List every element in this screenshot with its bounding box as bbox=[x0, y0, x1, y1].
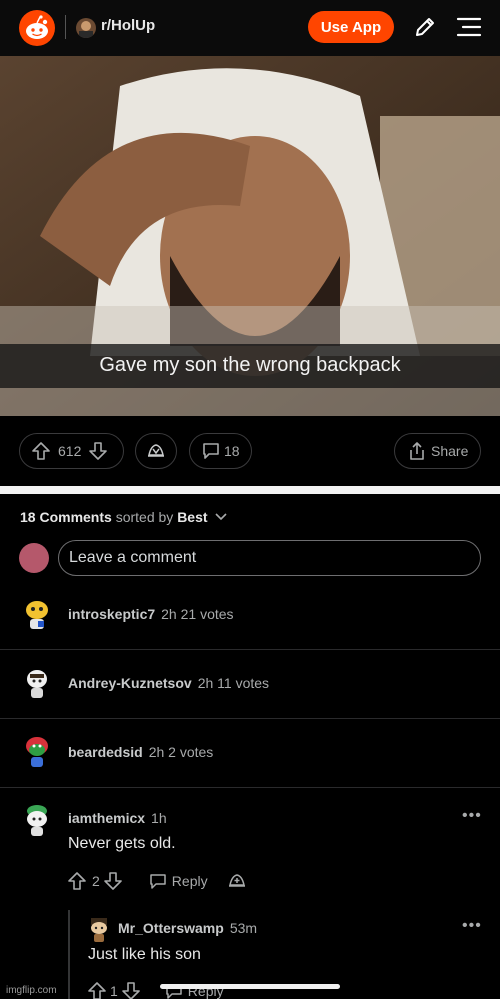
more-options-icon[interactable]: ••• bbox=[462, 807, 482, 825]
comment-bubble-icon bbox=[200, 440, 222, 462]
comment-time: 1h bbox=[151, 810, 167, 826]
chevron-down-icon[interactable] bbox=[215, 509, 228, 525]
subreddit-name[interactable]: r/HolUp bbox=[101, 17, 155, 34]
more-options-icon[interactable]: ••• bbox=[462, 917, 482, 935]
reply-icon bbox=[150, 874, 166, 889]
comment: iamthemicx 1h ••• Never gets old. 2 Reply bbox=[0, 790, 500, 910]
downvote-icon[interactable] bbox=[120, 980, 142, 999]
leave-comment-input[interactable] bbox=[58, 540, 481, 576]
section-divider bbox=[0, 486, 500, 494]
home-indicator[interactable] bbox=[160, 984, 340, 989]
comment-body: Just like his son bbox=[88, 946, 201, 963]
award-button[interactable] bbox=[135, 433, 177, 469]
upvote-icon[interactable] bbox=[66, 870, 88, 892]
user-avatar[interactable] bbox=[19, 543, 49, 573]
sort-dropdown[interactable]: Best bbox=[177, 509, 207, 525]
downvote-icon[interactable] bbox=[87, 440, 109, 462]
upvote-icon[interactable] bbox=[30, 440, 52, 462]
share-icon bbox=[407, 441, 427, 461]
comments-count-label: 18 Comments bbox=[20, 509, 112, 525]
comment-username[interactable]: iamthemicx 1h bbox=[68, 810, 167, 826]
snoo-avatar-icon bbox=[88, 915, 110, 943]
hamburger-menu-icon[interactable] bbox=[456, 14, 482, 40]
comments-count: 18 bbox=[224, 443, 240, 459]
comment-actions: 2 Reply bbox=[66, 870, 248, 892]
upvote-icon[interactable] bbox=[86, 980, 108, 999]
reply-label: Reply bbox=[171, 873, 208, 889]
comment-body: Never gets old. bbox=[68, 835, 176, 852]
post-action-bar: 612 18 Share bbox=[0, 416, 500, 486]
comments-header: 18 Comments sorted by Best bbox=[20, 509, 228, 525]
comment-username[interactable]: Andrey-Kuznetsov 2h 11 votes bbox=[68, 675, 269, 691]
vote-pill: 612 bbox=[19, 433, 124, 469]
snoo-avatar-icon bbox=[22, 802, 52, 838]
comment-meta: 2h 2 votes bbox=[148, 744, 214, 760]
comment-username[interactable]: introskeptic7 2h 21 votes bbox=[68, 606, 234, 622]
award-icon bbox=[145, 440, 167, 462]
collapsed-comment[interactable]: beardedsid 2h 2 votes bbox=[0, 719, 500, 788]
comment-score: 1 bbox=[110, 983, 118, 999]
app-header: r/HolUp Use App bbox=[0, 0, 500, 56]
share-button[interactable]: Share bbox=[394, 433, 481, 469]
watermark: imgflip.com bbox=[6, 985, 57, 996]
comment-username[interactable]: Mr_Otterswamp 53m bbox=[118, 920, 257, 936]
reddit-logo-icon[interactable] bbox=[19, 10, 55, 46]
comment-time: 53m bbox=[229, 920, 258, 936]
header-divider bbox=[65, 15, 66, 39]
post-score: 612 bbox=[58, 443, 82, 459]
comment-meta: 2h 11 votes bbox=[197, 675, 270, 691]
subreddit-avatar[interactable] bbox=[76, 18, 96, 38]
share-label: Share bbox=[431, 443, 469, 459]
post-image[interactable]: Gave my son the wrong backpack bbox=[0, 56, 500, 416]
snoo-avatar-icon bbox=[22, 664, 52, 700]
award-plus-icon[interactable] bbox=[226, 870, 248, 892]
comment-username[interactable]: beardedsid 2h 2 votes bbox=[68, 744, 213, 760]
collapsed-comment[interactable]: introskeptic7 2h 21 votes bbox=[0, 581, 500, 650]
use-app-button[interactable]: Use App bbox=[308, 11, 394, 43]
downvote-icon[interactable] bbox=[102, 870, 124, 892]
snoo-avatar-icon bbox=[22, 595, 52, 631]
image-caption: Gave my son the wrong backpack bbox=[99, 354, 401, 376]
collapsed-comment[interactable]: Andrey-Kuznetsov 2h 11 votes bbox=[0, 650, 500, 719]
comments-button[interactable]: 18 bbox=[189, 433, 252, 469]
reply-button[interactable]: Reply bbox=[148, 871, 208, 891]
pencil-icon[interactable] bbox=[412, 14, 438, 40]
sorted-by-label: sorted by bbox=[115, 509, 174, 525]
snoo-avatar-icon bbox=[22, 733, 52, 769]
comment-score: 2 bbox=[92, 873, 100, 889]
comment-actions: 1 Reply bbox=[86, 980, 224, 999]
comment-meta: 2h 21 votes bbox=[161, 606, 234, 622]
